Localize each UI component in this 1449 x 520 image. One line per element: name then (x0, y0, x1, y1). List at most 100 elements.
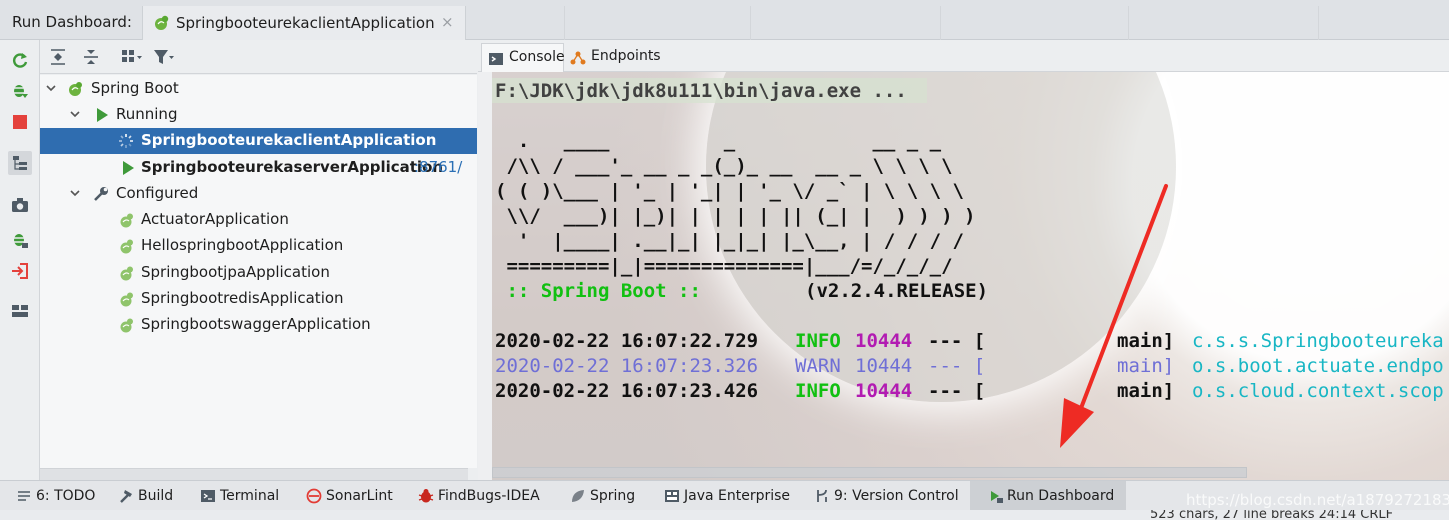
debug-bug-icon (13, 234, 28, 248)
tree-label: SpringbooteurekaserverApplication (141, 158, 444, 176)
collapse-all-icon (84, 50, 98, 64)
tree-node-configured-app[interactable]: SpringbootredisApplication (40, 286, 477, 312)
log-level: WARN (795, 355, 841, 377)
spring-boot-icon (155, 15, 169, 30)
expand-all-icon (51, 49, 65, 65)
run-dashboard-title: Run Dashboard: (12, 13, 132, 31)
tab-console[interactable]: Console (481, 43, 565, 72)
log-time: 2020-02-22 16:07:22.729 (495, 330, 759, 352)
debug-settings-button[interactable] (8, 228, 32, 252)
sonarlint-tool-button[interactable]: SonarLint (306, 481, 404, 511)
tree-label: SpringbootredisApplication (141, 289, 344, 307)
version-control-tool-button[interactable]: 9: Version Control (814, 481, 960, 511)
status-bar: 523 chars, 27 line breaks 24:14 CRLF (0, 510, 1449, 520)
layout-button[interactable] (8, 299, 32, 323)
log-logger: c.s.s.Springbooteureka (1192, 330, 1444, 352)
chevron-down-icon[interactable] (68, 107, 82, 121)
tree-node-configured-app[interactable]: HellospringbootApplication (40, 233, 477, 259)
tree-label: SpringbootjpaApplication (141, 263, 330, 281)
watermark: https://blog.csdn.net/a18792721831 (1186, 491, 1449, 509)
layout-icon (12, 305, 28, 317)
collapse-all-button[interactable] (79, 45, 103, 69)
tree-label: Running (116, 105, 178, 123)
console-horizontal-scrollbar[interactable] (492, 467, 1247, 478)
console-icon (489, 53, 503, 65)
java-enterprise-tool-button[interactable]: Java Enterprise (664, 481, 794, 511)
tree-node-spring-boot[interactable]: Spring Boot (40, 76, 477, 102)
tree-node-eurekaserver-app[interactable]: SpringbooteurekaserverApplication :8761/ (40, 155, 477, 181)
log-time: 2020-02-22 16:07:23.426 (495, 380, 759, 402)
tree-node-configured-app[interactable]: SpringbootjpaApplication (40, 260, 477, 286)
close-icon[interactable]: × (441, 13, 454, 31)
run-icon (123, 161, 134, 175)
spring-boot-app-icon (120, 213, 133, 228)
tool-window-bar: 6: TODO Build Terminal SonarLint FindBug… (0, 480, 1449, 511)
filter-button[interactable] (152, 45, 176, 69)
spring-boot-text: :: Spring Boot :: (495, 280, 701, 302)
todo-icon (18, 491, 30, 501)
spring-boot-app-icon (120, 292, 133, 307)
console-gutter (478, 72, 492, 480)
rerun-button[interactable] (8, 48, 32, 72)
tree-node-configured[interactable]: Configured (40, 181, 477, 207)
stop-icon (13, 115, 27, 129)
stop-button[interactable] (8, 110, 32, 134)
import-icon (12, 263, 28, 279)
log-separator: --- [ (928, 380, 986, 402)
log-pid: 10444 (855, 330, 913, 352)
log-line: 2020-02-22 16:07:22.729 INFO 10444 --- [… (495, 329, 1444, 354)
spring-ascii-banner: . ____ _ __ _ _ /\\ / ___'_ __ _ _(_)_ _… (495, 130, 976, 277)
java-enterprise-icon (665, 490, 679, 502)
endpoints-icon (570, 51, 586, 65)
spring-tool-button[interactable]: Spring (570, 481, 640, 511)
tree-node-configured-app[interactable]: ActuatorApplication (40, 207, 477, 233)
log-level: INFO (795, 380, 841, 402)
debug-button[interactable] (8, 78, 32, 102)
port-link[interactable]: :8761/ (414, 158, 462, 176)
run-dashboard-tool-button[interactable]: Run Dashboard (970, 481, 1126, 511)
tree-node-running[interactable]: Running (40, 102, 477, 128)
screenshot-button[interactable] (8, 193, 32, 217)
tab-label: SpringbooteurekaclientApplication (176, 14, 435, 32)
tree-label: HellospringbootApplication (141, 236, 344, 254)
annotation-arrow (1060, 184, 1168, 448)
tree-label: Spring Boot (91, 79, 179, 97)
tab-endpoints[interactable]: Endpoints (564, 43, 666, 72)
group-by-button[interactable] (120, 45, 144, 69)
console-output[interactable]: F:\JDK\jdk\jdk8u111\bin\java.exe ... . _… (492, 72, 1449, 480)
tree-node-configured-app[interactable]: SpringbootswaggerApplication (40, 312, 477, 338)
debug-bug-icon (13, 85, 28, 98)
spring-boot-app-icon (120, 266, 133, 281)
tree-node-eurekaclient-app[interactable]: SpringbooteurekaclientApplication (40, 128, 477, 154)
todo-tool-button[interactable]: 6: TODO (16, 481, 100, 511)
spring-boot-app-icon (120, 318, 133, 333)
log-logger: o.s.boot.actuate.endpo (1192, 355, 1444, 377)
spring-boot-app-icon (120, 239, 133, 254)
chevron-down-icon[interactable] (44, 81, 58, 95)
version-control-icon (817, 489, 827, 502)
rerun-icon (13, 53, 28, 68)
tree-view-icon (13, 156, 27, 170)
services-tree: Spring Boot Running Springbooteurekaclie… (40, 75, 477, 468)
tree-toolbar (40, 40, 477, 74)
login-button[interactable] (8, 259, 32, 283)
terminal-tool-button[interactable]: Terminal (200, 481, 290, 511)
tree-horizontal-scrollbar[interactable] (40, 468, 468, 480)
run-dashboard-icon (991, 491, 1003, 503)
run-dashboard-header: Run Dashboard: SpringbooteurekaclientApp… (0, 0, 1449, 40)
divider (940, 6, 941, 40)
tool-label: FindBugs-IDEA (438, 488, 540, 504)
tab-springbooteurekaclientapplication[interactable]: SpringbooteurekaclientApplication × (142, 6, 466, 40)
run-icon (97, 108, 108, 122)
loading-spinner-icon (119, 134, 133, 148)
build-tool-button[interactable]: Build (118, 481, 184, 511)
tree-label: Configured (116, 184, 199, 202)
spring-leaf-icon (572, 490, 584, 502)
expand-all-button[interactable] (46, 45, 70, 69)
group-by-type-button[interactable] (8, 151, 32, 175)
findbugs-tool-button[interactable]: FindBugs-IDEA (418, 481, 554, 511)
tool-label: Terminal (220, 488, 280, 504)
log-logger: o.s.cloud.context.scop (1192, 380, 1444, 402)
log-line: 2020-02-22 16:07:23.326 WARN 10444 --- [… (495, 354, 1444, 379)
chevron-down-icon[interactable] (68, 186, 82, 200)
